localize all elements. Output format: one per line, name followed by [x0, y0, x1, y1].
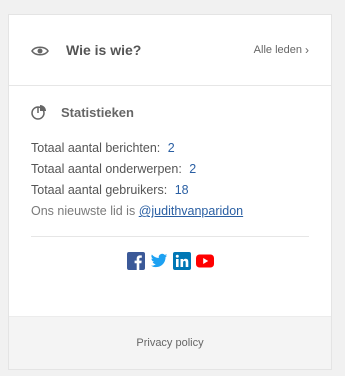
facebook-icon[interactable]	[126, 252, 145, 270]
newest-member-row: Ons nieuwste lid is @judithvanparidon	[31, 201, 309, 222]
stat-value: 2	[189, 162, 197, 176]
social-links	[31, 252, 309, 270]
footer: Privacy policy	[9, 316, 331, 369]
stat-value: 18	[174, 183, 189, 197]
divider	[31, 236, 309, 237]
stat-row-topics: Totaal aantal onderwerpen: 2	[31, 159, 309, 180]
all-members-label: Alle leden	[253, 44, 302, 56]
stat-value: 2	[167, 141, 175, 155]
youtube-icon[interactable]	[195, 252, 214, 270]
stat-label: Totaal aantal gebruikers:	[31, 183, 168, 197]
newest-member-link[interactable]: @judithvanparidon	[139, 204, 243, 218]
statistics-section: Statistieken Totaal aantal berichten: 2 …	[9, 86, 331, 270]
linkedin-icon[interactable]	[172, 252, 191, 270]
twitter-icon[interactable]	[150, 252, 168, 270]
who-is-who-header: Wie is wie? Alle leden ›	[9, 15, 331, 86]
stat-row-posts: Totaal aantal berichten: 2	[31, 138, 309, 159]
newest-member-prefix: Ons nieuwste lid is	[31, 204, 136, 218]
community-widget: Wie is wie? Alle leden › Statistieken To…	[8, 14, 332, 370]
stat-label: Totaal aantal berichten:	[31, 141, 161, 155]
privacy-policy-link[interactable]: Privacy policy	[136, 337, 203, 349]
pie-chart-icon	[31, 104, 47, 120]
statistics-header: Statistieken	[31, 104, 309, 120]
stat-row-users: Totaal aantal gebruikers: 18	[31, 180, 309, 201]
statistics-title: Statistieken	[61, 104, 134, 120]
who-is-who-title: Wie is wie?	[66, 42, 142, 58]
eye-icon	[31, 44, 49, 56]
all-members-link[interactable]: Alle leden ›	[254, 43, 309, 57]
stat-label: Totaal aantal onderwerpen:	[31, 162, 182, 176]
chevron-right-icon: ›	[305, 43, 309, 57]
